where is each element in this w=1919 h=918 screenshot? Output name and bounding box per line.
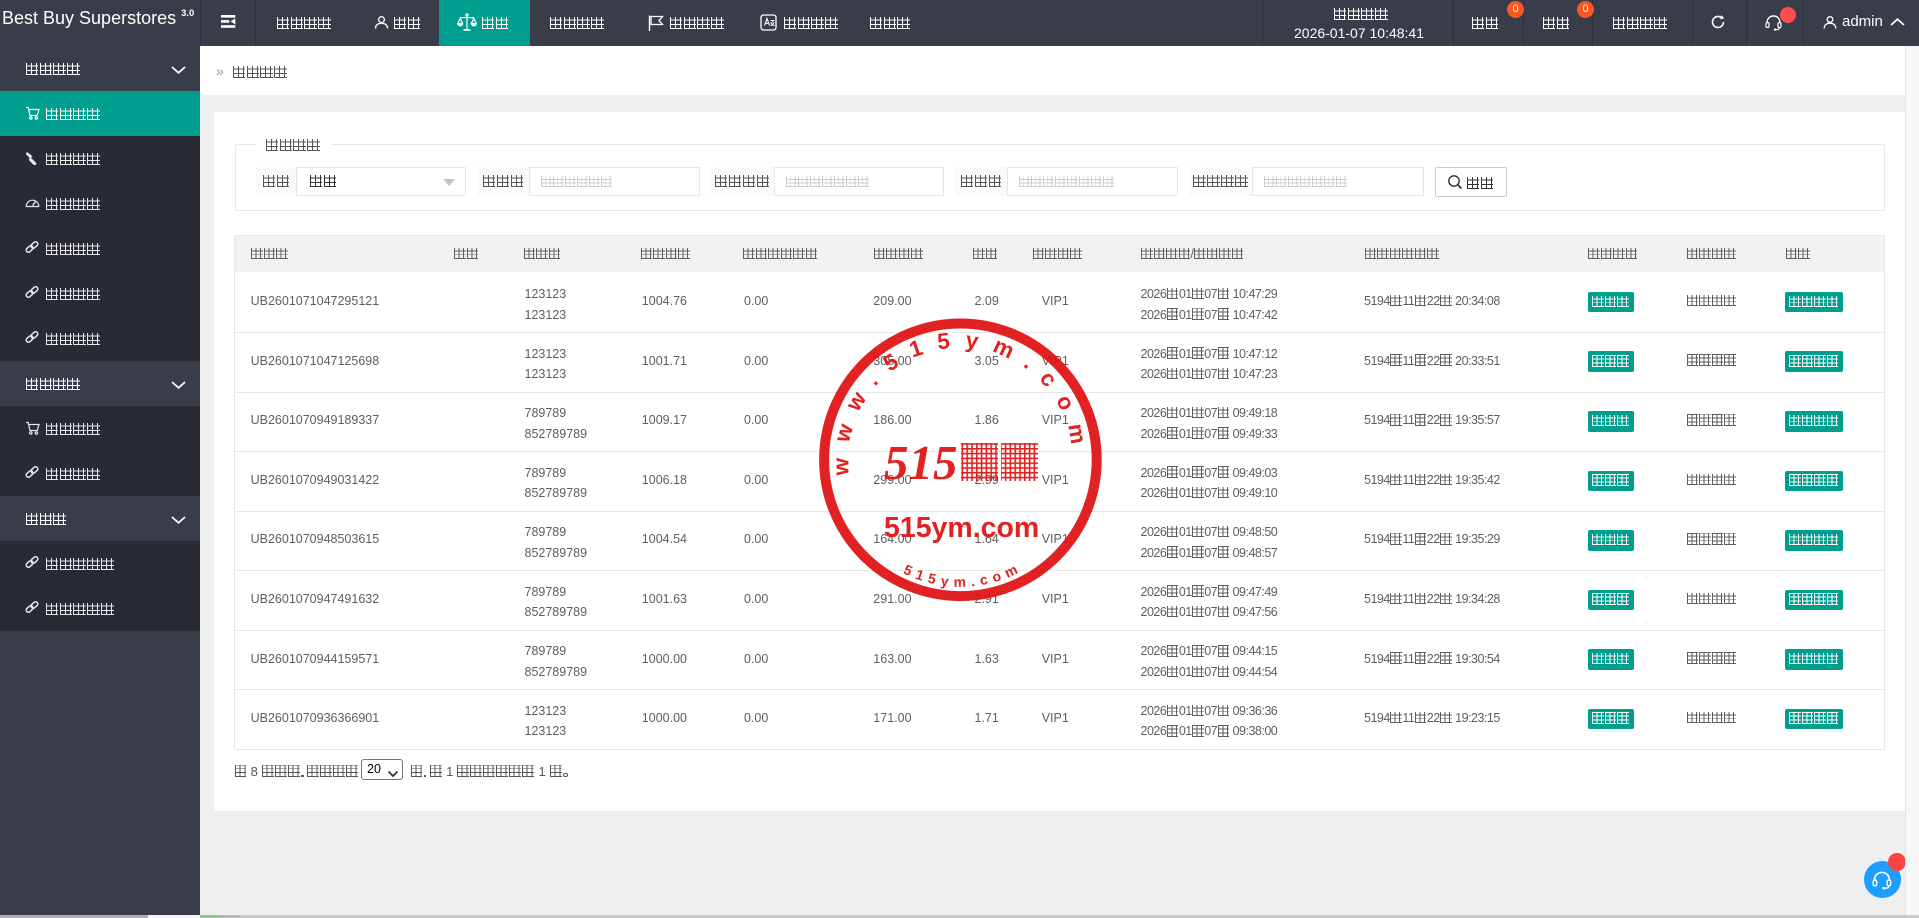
svg-text:www.515ym.com: www.515ym.com: [828, 327, 1093, 476]
svg-text:515ym.com: 515ym.com: [884, 512, 1039, 544]
svg-text:515: 515: [884, 435, 958, 490]
